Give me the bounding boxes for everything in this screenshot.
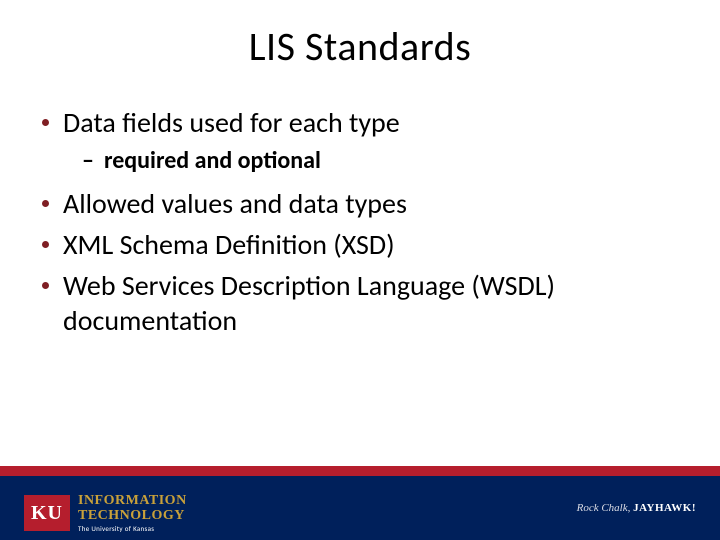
dept-line-2: TECHNOLOGY [78,509,187,524]
tagline-bold: JAYHAWK! [633,502,696,514]
bullet-item: Allowed values and data types [42,186,680,221]
slide-title: LIS Standards [0,22,720,71]
bullet-dot-icon [42,200,49,207]
ku-logo-block: KU INFORMATION TECHNOLOGY The University… [24,494,187,533]
slide: LIS Standards Data fields used for each … [0,0,720,540]
bullet-text: Allowed values and data types [63,186,680,221]
footer-tagline: Rock Chalk, JAYHAWK! [577,502,696,514]
bullet-text: Data fields used for each type [63,105,680,140]
bullet-item: XML Schema Definition (XSD) [42,227,680,262]
footer-background: KU INFORMATION TECHNOLOGY The University… [0,476,720,540]
ku-logo-text: INFORMATION TECHNOLOGY The University of… [78,494,187,533]
slide-footer: KU INFORMATION TECHNOLOGY The University… [0,466,720,540]
bullet-sub-item: – required and optional [82,146,680,176]
bullet-item: Web Services Description Language (WSDL)… [42,268,680,338]
bullet-dash-icon: – [82,146,94,176]
bullet-dot-icon [42,241,49,248]
footer-accent-bar [0,466,720,476]
dept-line-1: INFORMATION [78,494,187,509]
bullet-item: Data fields used for each type [42,105,680,140]
ku-logo-mark: KU [24,495,70,531]
bullet-text: required and optional [104,146,680,176]
bullet-dot-icon [42,119,49,126]
bullet-text: Web Services Description Language (WSDL)… [63,268,680,338]
tagline-italic: Rock Chalk, [577,502,631,514]
slide-content: Data fields used for each type – require… [42,105,680,344]
dept-subtitle: The University of Kansas [78,525,187,532]
bullet-dot-icon [42,282,49,289]
bullet-text: XML Schema Definition (XSD) [63,227,680,262]
